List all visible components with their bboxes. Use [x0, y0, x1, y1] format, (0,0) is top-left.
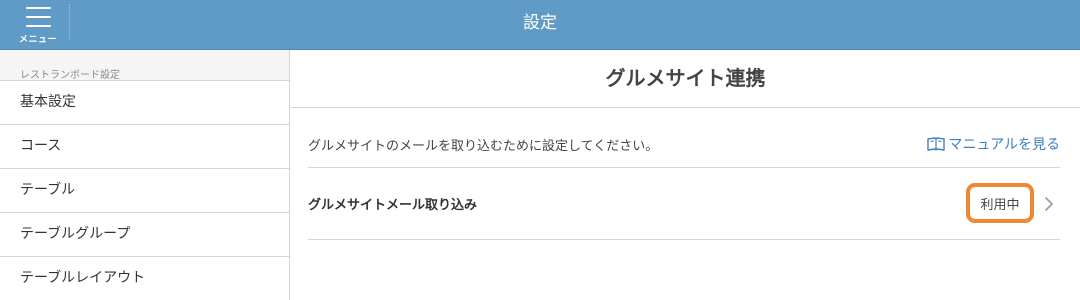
book-icon [927, 137, 946, 151]
chevron-right-icon [1045, 197, 1053, 211]
sidebar-item-table[interactable]: テーブル [0, 169, 289, 213]
app-header: メニュー 設定 [0, 0, 1080, 50]
description-row: グルメサイトのメールを取り込むために設定してください。 マニュアルを見る [308, 109, 1060, 168]
content-area: グルメサイトのメールを取り込むために設定してください。 マニュアルを見る グルメ… [308, 109, 1060, 240]
sidebar-item-table-layout[interactable]: テーブルレイアウト [0, 257, 289, 300]
sidebar-section-label: レストランボード設定 [0, 50, 289, 81]
page-title: グルメサイト連携 [291, 50, 1080, 108]
sidebar-item-table-group[interactable]: テーブルグループ [0, 213, 289, 257]
sidebar-item-basic-settings[interactable]: 基本設定 [0, 81, 289, 125]
description-text: グルメサイトのメールを取り込むために設定してください。 [308, 139, 659, 154]
status-text: 利用中 [980, 197, 1020, 213]
sidebar: レストランボード設定 基本設定 コース テーブル テーブルグループ テーブルレイ… [0, 50, 290, 300]
manual-link-label: マニュアルを見る [948, 137, 1060, 153]
sidebar-item-course[interactable]: コース [0, 125, 289, 169]
setting-label: グルメサイトメール取り込み [308, 198, 478, 213]
main-panel: グルメサイト連携 グルメサイトのメールを取り込むために設定してください。 マニュ… [291, 50, 1080, 300]
setting-row-gourmet-mail-import[interactable]: グルメサイトメール取り込み 利用中 [308, 168, 1060, 240]
status-badge: 利用中 [966, 183, 1034, 223]
manual-link[interactable]: マニュアルを見る [927, 134, 1060, 154]
page-header-title: 設定 [523, 13, 557, 33]
